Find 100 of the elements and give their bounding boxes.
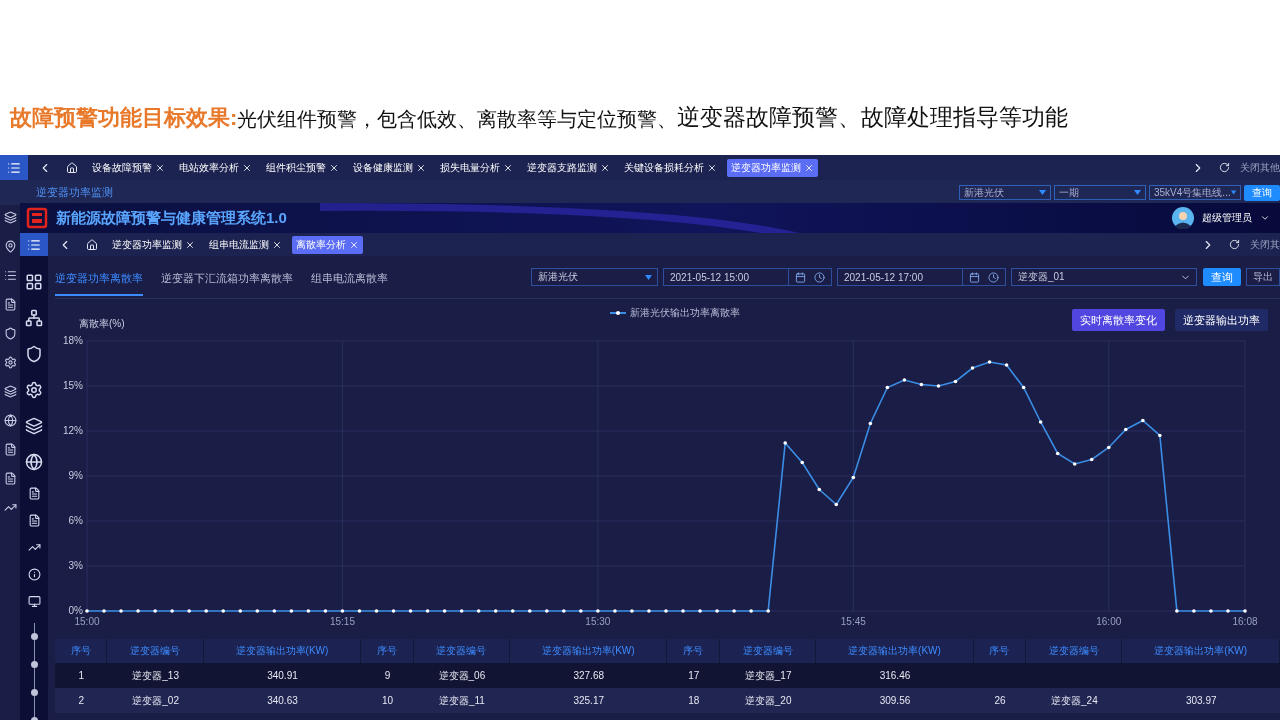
- refresh-icon: [1219, 162, 1230, 173]
- tab[interactable]: 关键设备损耗分析: [620, 158, 721, 177]
- data-point: [170, 609, 174, 613]
- tab[interactable]: 逆变器支路监测: [523, 158, 614, 177]
- tab[interactable]: 逆变器功率监测: [108, 235, 199, 254]
- tab[interactable]: 组件积尘预警: [262, 158, 343, 177]
- tab[interactable]: 离散率分析: [292, 235, 363, 254]
- close-icon: [155, 162, 165, 173]
- data-point: [136, 609, 140, 613]
- sidebar-icon: [3, 327, 17, 340]
- data-point: [885, 385, 890, 390]
- table-cell: 26: [973, 688, 1027, 713]
- document-icon: [27, 487, 41, 500]
- timeline-dot[interactable]: [30, 689, 38, 696]
- clock-icon: [988, 271, 999, 283]
- column-header: 逆变器编号: [413, 639, 510, 663]
- tab[interactable]: 设备健康监测: [349, 158, 430, 177]
- chart-mode-button[interactable]: 实时离散率变化: [1072, 309, 1165, 331]
- menu-button[interactable]: [0, 155, 28, 180]
- menu-button[interactable]: [20, 233, 48, 256]
- timeline-dot[interactable]: [30, 661, 38, 668]
- monitor-icon: [27, 595, 41, 608]
- data-point: [545, 609, 549, 613]
- select-field[interactable]: 一期: [1054, 185, 1146, 200]
- heading-text: 逆变器故障预警、故障处理指导等功能: [677, 103, 1069, 132]
- sub-tab[interactable]: 逆变器功率离散率: [55, 258, 143, 296]
- close-icon: [707, 162, 717, 173]
- data-point: [766, 609, 770, 613]
- axis-title: 离散率(%): [79, 318, 125, 329]
- column-header: 逆变器编号: [107, 639, 204, 663]
- legend-item: 新港光伏输出功率离散率: [609, 307, 740, 318]
- sidebar-icon: [3, 385, 17, 398]
- inverter-select[interactable]: 逆变器_01: [1011, 268, 1197, 286]
- dropdown-caret-icon: [645, 274, 652, 280]
- data-point: [391, 609, 396, 613]
- data-point: [1124, 427, 1128, 432]
- data-point: [340, 609, 345, 613]
- close-others-link[interactable]: 关闭其他: [1240, 160, 1280, 175]
- data-point: [902, 378, 907, 382]
- close-icon: [804, 162, 814, 173]
- end-time-field[interactable]: 2021-05-12 17:00: [837, 268, 1006, 286]
- select-field[interactable]: 新港光伏: [959, 185, 1051, 200]
- data-point: [1021, 385, 1026, 390]
- column-header: 逆变器输出功率(KW): [203, 639, 362, 663]
- info-icon: [27, 568, 41, 581]
- tab[interactable]: 损失电量分析: [436, 158, 517, 177]
- tab[interactable]: 组串电流监测: [205, 235, 286, 254]
- tab[interactable]: 设备故障预警: [88, 158, 169, 177]
- axis-tick-label: 15:00: [74, 616, 100, 627]
- data-point: [1038, 420, 1043, 424]
- heading-label: 故障预警功能目标效果:: [10, 104, 238, 132]
- tab[interactable]: 逆变器功率监测: [727, 158, 818, 177]
- station-select[interactable]: 新港光伏: [531, 268, 658, 286]
- dropdown-caret-icon: [1134, 190, 1141, 195]
- dropdown-caret-icon: [1230, 190, 1236, 195]
- legend-label: 新港光伏输出功率离散率: [630, 307, 740, 318]
- heading-text: 光伏组件预警，包含低效、离散率等与定位预警、: [237, 108, 678, 132]
- table-cell: 逆变器_20: [720, 688, 817, 713]
- table-cell: 9: [361, 663, 414, 688]
- timeline-dot[interactable]: [30, 633, 38, 640]
- column-header: 逆变器编号: [720, 639, 817, 663]
- close-icon: [416, 162, 426, 173]
- table-cell: 1: [55, 663, 108, 688]
- menu-icon: [27, 237, 41, 252]
- table-cell: 303.97: [1122, 688, 1280, 713]
- data-point: [425, 609, 430, 613]
- column-header: 逆变器编号: [1026, 639, 1123, 663]
- tab[interactable]: 电站效率分析: [175, 158, 256, 177]
- data-point: [272, 609, 277, 613]
- data-point: [579, 609, 583, 613]
- close-icon: [242, 162, 252, 173]
- data-point: [306, 609, 311, 613]
- table-cell: 340.63: [203, 688, 362, 713]
- select-field[interactable]: 35kV4号集电线...: [1149, 185, 1241, 200]
- export-button[interactable]: 导出: [1246, 268, 1280, 286]
- close-others-link[interactable]: 关闭其: [1250, 237, 1280, 252]
- menu-icon: [7, 160, 21, 175]
- data-point: [408, 609, 413, 613]
- start-time-field[interactable]: 2021-05-12 15:00: [663, 268, 832, 286]
- data-point: [851, 475, 856, 480]
- user-name[interactable]: 超级管理员: [1202, 211, 1252, 225]
- sub-tab[interactable]: 逆变器下汇流箱功率离散率: [161, 258, 293, 296]
- sidebar-icon: [3, 211, 17, 224]
- table-cell: 逆变器_06: [413, 663, 510, 688]
- home-icon: [66, 161, 78, 174]
- data-point: [834, 502, 839, 507]
- data-point: [85, 609, 89, 613]
- axis-tick-label: 9%: [68, 470, 83, 481]
- column-header: 序号: [361, 639, 414, 663]
- layers-icon: [25, 417, 43, 435]
- axis-tick-label: 15:30: [585, 616, 611, 627]
- data-point: [221, 609, 226, 613]
- data-point: [698, 609, 702, 613]
- table-cell: 逆变器_02: [107, 688, 204, 713]
- axis-tick-label: 15:15: [329, 616, 355, 627]
- data-point: [1004, 363, 1009, 367]
- axis-tick-label: 18%: [63, 335, 83, 346]
- data-point: [527, 609, 532, 613]
- chart-mode-button[interactable]: 逆变器输出功率: [1175, 309, 1268, 331]
- sub-tab[interactable]: 组串电流离散率: [311, 258, 388, 296]
